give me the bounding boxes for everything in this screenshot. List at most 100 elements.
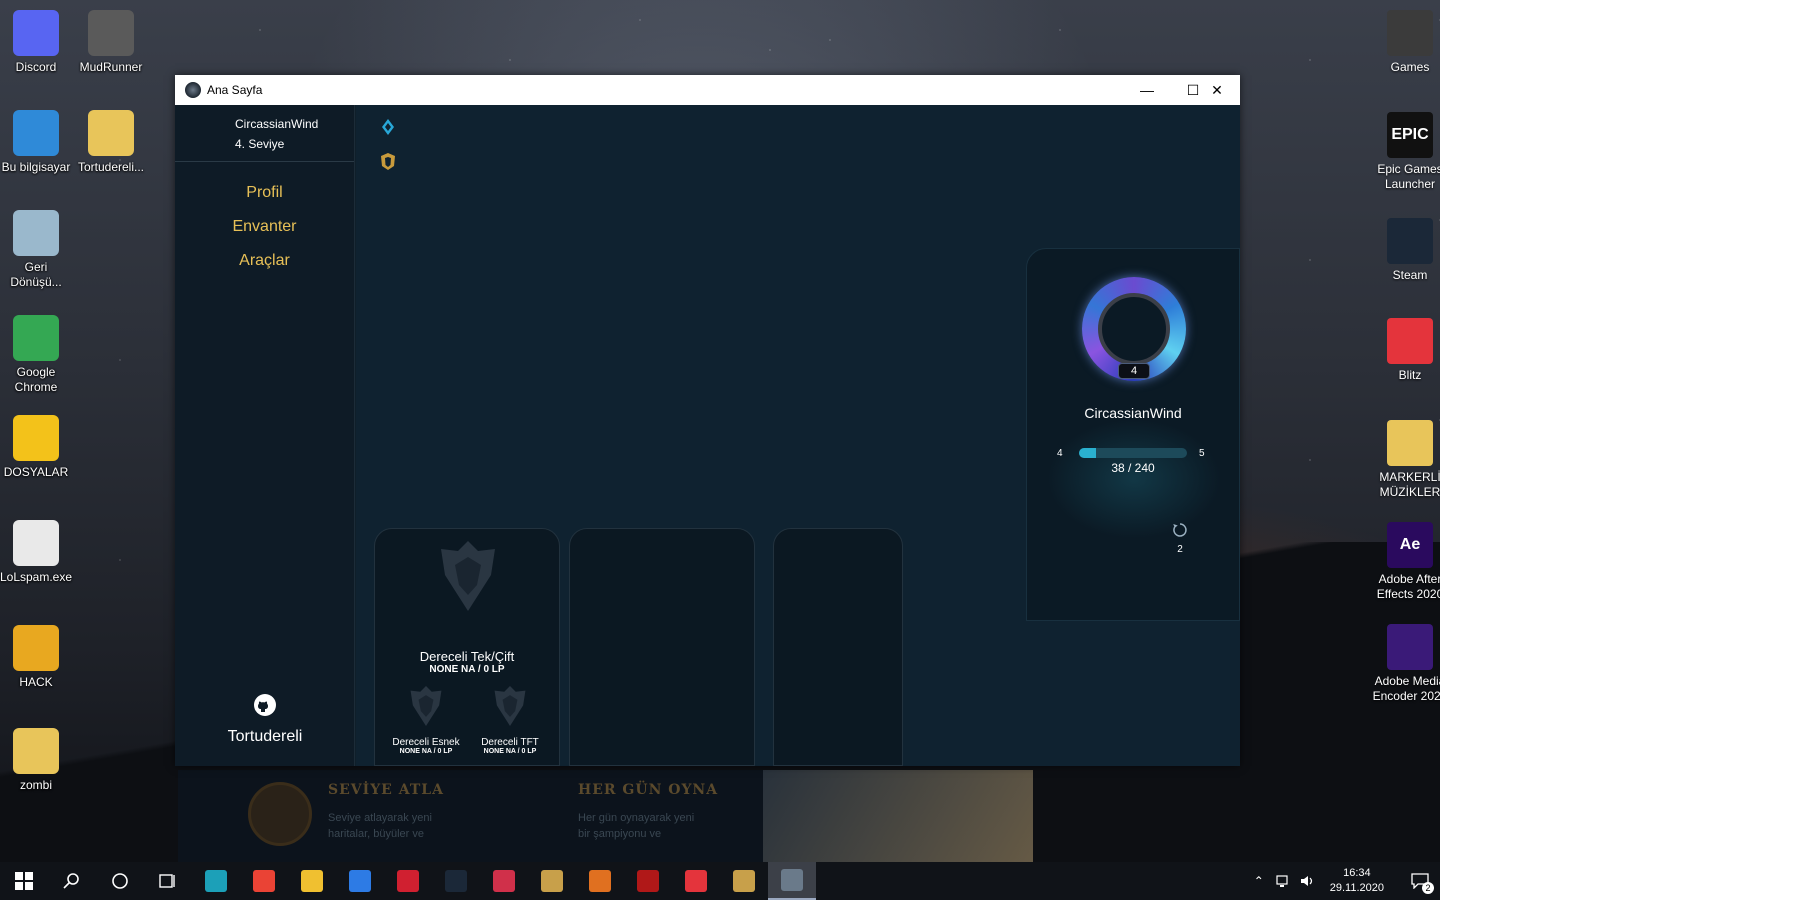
start-button[interactable] xyxy=(0,862,48,900)
desktop-icon[interactable]: Adobe Media Encoder 2020 xyxy=(1360,624,1440,704)
desktop-icon-label: Tortudereli... xyxy=(77,160,145,174)
github-icon xyxy=(254,694,276,716)
league-client-icon xyxy=(541,870,563,892)
empty-card-small xyxy=(773,528,903,766)
sidebar-level: 4. Seviye xyxy=(235,137,285,151)
refresh-button[interactable]: 2 xyxy=(1170,521,1190,555)
blitz-icon xyxy=(1387,318,1433,364)
search-button[interactable] xyxy=(48,862,96,900)
promo-level-image xyxy=(248,782,312,846)
desktop-icon-label: Blitz xyxy=(1398,368,1422,382)
xp-progress-fill xyxy=(1079,448,1097,458)
desktop-icon[interactable]: Blitz xyxy=(1360,318,1440,383)
refresh-count: 2 xyxy=(1177,544,1183,555)
desktop-icon-glyph-text: EPIC xyxy=(1391,126,1429,143)
promo-banner: SEVİYE ATLA Seviye atlayarak yeni harita… xyxy=(178,770,1033,862)
folder-icon xyxy=(1387,420,1433,466)
desktop-icon[interactable]: Tortudereli... xyxy=(66,110,156,175)
cortana-icon xyxy=(112,873,128,889)
ranked-tft-crest-icon xyxy=(494,686,526,726)
league-tool-icon[interactable] xyxy=(376,150,400,174)
desktop-icon[interactable]: HACK xyxy=(0,625,81,690)
file-explorer-icon xyxy=(301,870,323,892)
taskbar-app-button[interactable] xyxy=(336,862,384,900)
valorant-icon xyxy=(493,870,515,892)
desktop-icon[interactable]: Games xyxy=(1360,10,1440,75)
recycle-bin-icon xyxy=(13,210,59,256)
chrome-icon xyxy=(253,870,275,892)
network-icon[interactable] xyxy=(1276,874,1292,888)
task-view-icon xyxy=(159,874,175,888)
promo-right-title: HER GÜN OYNA xyxy=(578,782,719,798)
sidebar-nav: Profil Envanter Araçlar xyxy=(175,176,354,278)
desktop-icon[interactable]: Ae Adobe After Effects 2020 xyxy=(1360,522,1440,602)
taskbar-app-button[interactable] xyxy=(528,862,576,900)
desktop-icon[interactable]: MARKERLİ MÜZİKLER xyxy=(1360,420,1440,500)
desktop-icon-label: Adobe Media Encoder 2020 xyxy=(1372,674,1440,703)
desktop-icon[interactable]: Steam xyxy=(1360,218,1440,283)
volume-icon[interactable] xyxy=(1300,874,1316,888)
xp-current-level: 4 xyxy=(1057,448,1063,459)
action-center-button[interactable]: 2 xyxy=(1400,862,1440,900)
search-icon xyxy=(63,873,79,889)
window-titlebar[interactable]: Ana Sayfa — ☐ ✕ xyxy=(175,75,1240,105)
promo-left-title: SEVİYE ATLA xyxy=(328,782,444,798)
task-view-button[interactable] xyxy=(144,862,192,900)
promo-right-text: Her gün oynayarak yeni bir şampiyonu ve xyxy=(578,812,695,840)
sidebar-item-envanter[interactable]: Envanter xyxy=(175,210,354,244)
close-button[interactable]: ✕ xyxy=(1194,75,1240,105)
taskbar-app-button[interactable] xyxy=(240,862,288,900)
taskbar-app-button[interactable] xyxy=(480,862,528,900)
sidebar-footer[interactable]: Tortudereli xyxy=(175,693,355,746)
ranked-tft: Dereceli TFT NONE NA / 0 LP xyxy=(465,684,555,755)
desktop-icon[interactable]: zombi xyxy=(0,728,81,793)
desktop-icon-label: Steam xyxy=(1392,268,1428,282)
desktop-icon[interactable]: EPIC Epic Games Launcher xyxy=(1360,112,1440,192)
desktop-icon[interactable]: Google Chrome xyxy=(0,315,81,395)
computer-icon xyxy=(13,110,59,156)
clock[interactable]: 16:34 29.11.2020 xyxy=(1330,866,1384,896)
league-icon xyxy=(733,870,755,892)
taskbar-app-button[interactable] xyxy=(432,862,480,900)
sidebar-item-profil[interactable]: Profil xyxy=(175,176,354,210)
ranked-flex-crest-icon xyxy=(410,686,442,726)
folder-icon xyxy=(88,110,134,156)
taskbar-app-button[interactable] xyxy=(720,862,768,900)
desktop-icon[interactable]: LoLspam.exe xyxy=(0,520,81,585)
clock-date: 29.11.2020 xyxy=(1329,882,1384,894)
profile-avatar-ring: 4 xyxy=(1082,277,1186,381)
taskbar-app-button[interactable] xyxy=(672,862,720,900)
exe-icon xyxy=(13,520,59,566)
taskbar-app-button[interactable] xyxy=(384,862,432,900)
desktop-icon-label: Games xyxy=(1390,60,1430,74)
star-icon xyxy=(13,415,59,461)
after-effects-icon: Ae xyxy=(1387,522,1433,568)
blitz-tool-icon[interactable] xyxy=(376,115,400,139)
app-active-icon xyxy=(781,869,803,891)
desktop-icon-label: MudRunner xyxy=(79,60,143,74)
desktop-icon-glyph-text: Ae xyxy=(1399,536,1421,553)
desktop-icon[interactable]: DOSYALAR xyxy=(0,415,81,480)
sidebar-item-araclar[interactable]: Araçlar xyxy=(175,244,354,278)
cortana-button[interactable] xyxy=(96,862,144,900)
main-content: 4 CircassianWind 4 5 38 / 240 2 Dereceli… xyxy=(356,105,1240,766)
ranked-card: Dereceli Tek/Çift NONE NA / 0 LP Derecel… xyxy=(374,528,560,766)
taskbar-app-button[interactable] xyxy=(576,862,624,900)
chrome-icon xyxy=(13,315,59,361)
hack-icon xyxy=(13,625,59,671)
desktop-icon[interactable]: MudRunner xyxy=(66,10,156,75)
taskbar-app-button[interactable] xyxy=(624,862,672,900)
sidebar-user: CircassianWind 4. Seviye xyxy=(175,105,354,162)
minimize-button[interactable]: — xyxy=(1124,75,1170,105)
tray-overflow-icon[interactable]: ⌃ xyxy=(1254,874,1264,888)
desktop-icon[interactable]: Geri Dönüşü... xyxy=(0,210,81,290)
taskbar-app-button[interactable] xyxy=(288,862,336,900)
taskbar-app-button[interactable] xyxy=(768,862,816,900)
taskbar-app-button[interactable] xyxy=(192,862,240,900)
ranked-tft-sub: NONE NA / 0 LP xyxy=(483,748,537,755)
desktop-icon-label: Google Chrome xyxy=(14,365,58,394)
app-icon xyxy=(185,82,201,98)
games-icon xyxy=(1387,10,1433,56)
edge-icon xyxy=(205,870,227,892)
ranked-flex-sub: NONE NA / 0 LP xyxy=(399,748,453,755)
